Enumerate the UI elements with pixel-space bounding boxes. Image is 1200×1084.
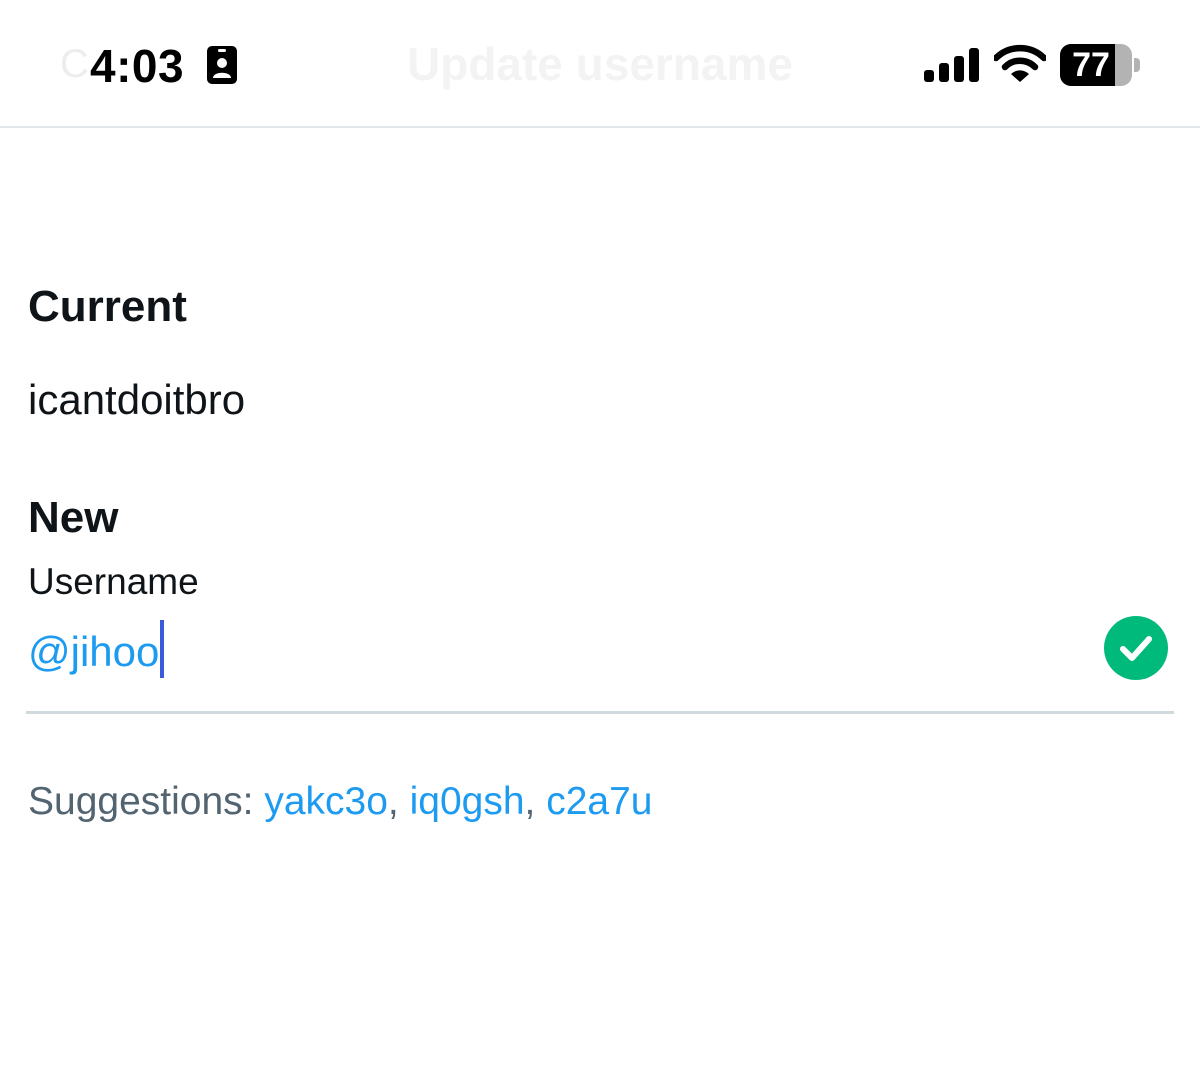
- current-heading: Current: [28, 282, 187, 331]
- current-username: icantdoitbro: [28, 376, 246, 423]
- suggestion-separator: ,: [387, 780, 399, 823]
- suggestions-prefix: Suggestions:: [28, 780, 254, 823]
- text-caret: [160, 620, 165, 678]
- suggestion-link[interactable]: yakc3o: [264, 780, 388, 823]
- cellular-signal-icon: [924, 48, 979, 82]
- suggestion-link[interactable]: c2a7u: [546, 780, 652, 823]
- username-input-value[interactable]: @jihoo: [28, 620, 165, 680]
- username-input-text: @jihoo: [28, 628, 160, 675]
- suggestion-link[interactable]: iq0gsh: [410, 780, 525, 823]
- id-card-icon: [207, 46, 237, 84]
- wifi-icon: [994, 44, 1046, 82]
- update-username-screen: C Update username 4:03 77 Current icantd…: [0, 0, 1200, 1084]
- top-bar: C Update username 4:03 77: [0, 0, 1200, 128]
- suggestion-separator: ,: [524, 780, 536, 823]
- battery-body: 77: [1060, 44, 1132, 86]
- suggestions: Suggestions: yakc3o, iq0gsh, c2a7u: [28, 776, 653, 828]
- battery-cap: [1134, 58, 1140, 72]
- username-field-label: Username: [28, 561, 199, 602]
- check-circle-icon: [1104, 616, 1168, 680]
- battery-icon: 77: [1060, 44, 1140, 86]
- status-time: 4:03: [90, 40, 185, 92]
- input-underline: [26, 711, 1174, 714]
- new-heading: New: [28, 493, 119, 542]
- username-input[interactable]: @jihoo: [28, 616, 1174, 682]
- battery-level: 77: [1072, 46, 1110, 84]
